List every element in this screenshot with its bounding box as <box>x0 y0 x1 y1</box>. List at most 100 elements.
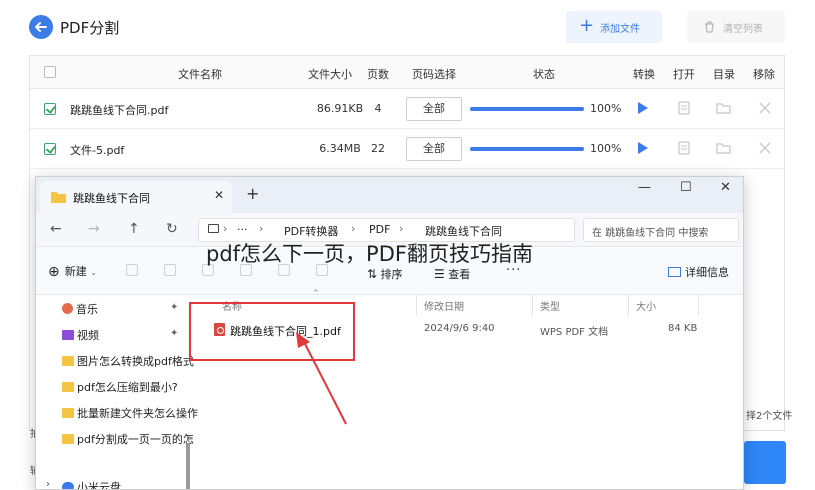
page-title: PDF分割 <box>60 19 120 37</box>
page-select-dropdown[interactable]: 全部 <box>406 137 462 161</box>
page-select-dropdown[interactable]: 全部 <box>406 97 462 121</box>
chevron-right-icon: › <box>259 222 264 235</box>
sidebar-item-folder[interactable]: pdf分割成一页一页的怎 <box>62 431 194 447</box>
breadcrumb-more[interactable]: ··· <box>237 223 248 236</box>
chevron-up-icon: ⌃ <box>312 289 320 299</box>
explorer-tab[interactable]: 跳跳鱼线下合同 ✕ <box>40 181 232 213</box>
breadcrumb-item[interactable]: PDF转换器 <box>284 223 338 239</box>
sidebar-item-folder[interactable]: 图片怎么转换成pdf格式 <box>62 353 194 369</box>
page-count: 4 <box>374 102 382 115</box>
sidebar-item-folder[interactable]: 批量新建文件夹怎么操作 <box>62 405 198 421</box>
forward-arrow-icon[interactable]: → <box>88 221 100 237</box>
col-remove: 移除 <box>753 68 775 81</box>
new-tab-button[interactable]: + <box>246 184 259 203</box>
folder-icon <box>62 408 74 418</box>
play-icon[interactable] <box>638 102 648 114</box>
add-file-label: 添加文件 <box>600 24 640 35</box>
row-checkbox[interactable] <box>44 143 56 155</box>
progress-label: 100% <box>590 102 622 115</box>
breadcrumb-item[interactable]: 跳跳鱼线下合同 <box>425 223 502 239</box>
pin-icon[interactable]: ✦ <box>170 302 178 313</box>
arrow-left-icon <box>35 22 47 32</box>
details-pane-icon <box>668 267 681 277</box>
add-file-button[interactable]: + 添加文件 <box>566 11 662 43</box>
file-name: 跳跳鱼线下合同.pdf <box>70 104 169 117</box>
select-all-checkbox[interactable] <box>44 66 56 78</box>
tab-title: 跳跳鱼线下合同 <box>73 192 150 205</box>
breadcrumb-item[interactable]: PDF <box>369 223 390 236</box>
file-explorer-window: 跳跳鱼线下合同 ✕ + — ☐ ✕ ← → ↑ ↻ › ··· › PDF转换器… <box>35 176 744 490</box>
music-icon <box>62 303 73 314</box>
folder-icon <box>62 434 74 444</box>
folder-icon[interactable] <box>716 142 731 154</box>
view-button[interactable]: ☰ 查看 <box>434 266 470 282</box>
sidebar-item-videos[interactable]: 视频 <box>62 327 99 343</box>
document-icon[interactable] <box>678 101 690 115</box>
col-directory: 目录 <box>713 68 735 81</box>
col-convert: 转换 <box>633 68 655 81</box>
video-icon <box>62 330 74 340</box>
progress-label: 100% <box>590 142 622 155</box>
close-window-button[interactable]: ✕ <box>720 180 731 195</box>
sidebar-item-cloud[interactable]: 小米云盘 <box>62 479 121 489</box>
chevron-right-icon[interactable]: › <box>46 479 50 489</box>
sidebar-item-folder[interactable]: pdf怎么压缩到最小? <box>62 379 178 395</box>
cut-icon[interactable] <box>126 264 138 276</box>
column-divider[interactable] <box>698 295 699 315</box>
file-date: 2024/9/6 9:40 <box>424 323 495 334</box>
trash-icon <box>705 21 714 33</box>
monitor-icon <box>208 224 219 233</box>
col-type[interactable]: 类型 <box>540 298 560 313</box>
progress-bar <box>470 107 584 111</box>
minimize-button[interactable]: — <box>638 180 651 195</box>
col-status: 状态 <box>533 68 555 81</box>
col-open: 打开 <box>673 68 695 81</box>
details-button[interactable]: 详细信息 <box>668 264 729 280</box>
up-arrow-icon[interactable]: ↑ <box>128 221 140 237</box>
back-button[interactable] <box>29 15 53 39</box>
progress-bar <box>470 147 584 151</box>
red-arrow-annotation <box>296 332 347 425</box>
col-filename: 文件名称 <box>178 68 222 81</box>
folder-icon <box>62 382 74 392</box>
col-page-select: 页码选择 <box>412 68 456 81</box>
overlay-caption: pdf怎么下一页，PDF翻页技巧指南 <box>206 242 533 266</box>
file-size: 84 KB <box>668 323 698 334</box>
sidebar-item-music[interactable]: 音乐 <box>62 301 98 317</box>
folder-icon <box>51 192 66 203</box>
table-row[interactable]: 文件-5.pdf 6.34MB 22 全部 100% <box>30 129 784 169</box>
search-input[interactable]: 在 跳跳鱼线下合同 中搜索 <box>583 218 739 242</box>
play-icon[interactable] <box>638 142 648 154</box>
sidebar-scrollbar[interactable] <box>186 443 190 489</box>
selected-count-text: 择2个文件 <box>746 411 793 422</box>
close-icon[interactable] <box>759 142 771 154</box>
pin-icon[interactable]: ✦ <box>170 328 178 339</box>
copy-icon[interactable] <box>164 264 176 276</box>
close-tab-icon[interactable]: ✕ <box>214 188 224 202</box>
maximize-button[interactable]: ☐ <box>680 180 692 195</box>
row-checkbox[interactable] <box>44 103 56 115</box>
table-row[interactable]: 跳跳鱼线下合同.pdf 86.91KB 4 全部 100% <box>30 89 784 129</box>
chevron-right-icon: › <box>399 222 404 235</box>
back-arrow-icon[interactable]: ← <box>50 221 62 237</box>
chevron-right-icon: › <box>351 222 356 235</box>
folder-icon <box>62 356 74 366</box>
sort-button[interactable]: ⇅ 排序 <box>367 266 403 282</box>
close-icon[interactable] <box>759 102 771 114</box>
column-divider[interactable] <box>628 295 629 315</box>
refresh-icon[interactable]: ↻ <box>166 221 178 237</box>
column-divider[interactable] <box>416 295 417 315</box>
clear-list-button[interactable]: 清空列表 <box>687 11 785 43</box>
start-button[interactable] <box>744 441 786 484</box>
col-size[interactable]: 大小 <box>636 298 656 313</box>
document-icon[interactable] <box>678 141 690 155</box>
col-date[interactable]: 修改日期 <box>424 298 464 313</box>
clear-list-label: 清空列表 <box>723 24 763 35</box>
new-button[interactable]: ⊕ 新建 ⌄ <box>48 263 97 280</box>
plus-icon: + <box>579 15 595 36</box>
table-header: 文件名称 文件大小 页数 页码选择 状态 转换 打开 目录 移除 <box>30 56 784 89</box>
folder-icon[interactable] <box>716 102 731 114</box>
cloud-icon <box>62 482 74 489</box>
column-divider[interactable] <box>532 295 533 315</box>
col-pages: 页数 <box>367 68 389 81</box>
